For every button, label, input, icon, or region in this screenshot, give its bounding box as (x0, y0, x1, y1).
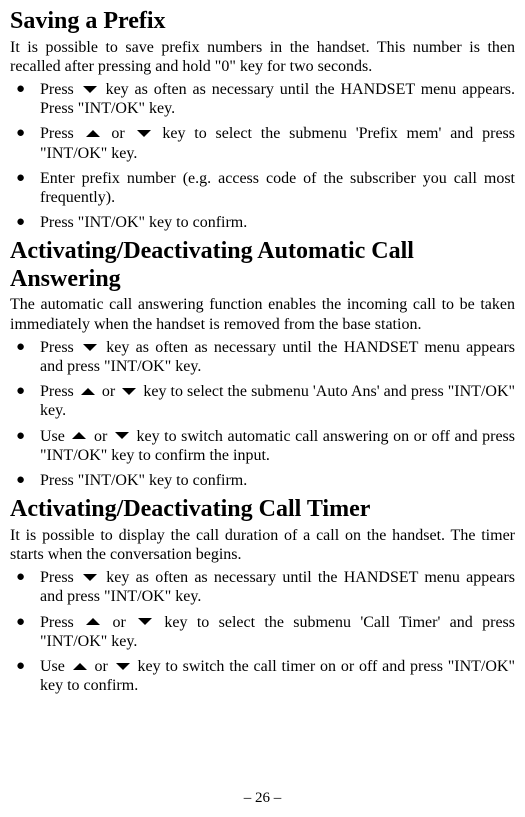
arrow-down-icon (83, 574, 97, 581)
step: Press key as often as necessary until th… (10, 568, 515, 606)
arrow-down-icon (83, 344, 97, 351)
arrow-down-icon (122, 388, 136, 395)
step-text: or (95, 658, 113, 675)
step-text: Enter prefix number (e.g. access code of… (40, 170, 515, 206)
step-text: Press (40, 383, 78, 400)
arrow-down-icon (138, 618, 152, 625)
step: Use or key to switch automatic call answ… (10, 427, 515, 465)
step-text: Press "INT/OK" key to confirm. (40, 472, 247, 489)
page-number: – 26 – (0, 789, 525, 807)
steps-call-timer: Press key as often as necessary until th… (10, 568, 515, 695)
step-text: key as often as necessary until the HAND… (40, 339, 515, 375)
step: Use or key to switch the call timer on o… (10, 657, 515, 695)
step-text: Press "INT/OK" key to confirm. (40, 214, 247, 231)
arrow-down-icon (115, 432, 129, 439)
step-text: key as often as necessary until the HAND… (40, 569, 515, 605)
heading-auto-answer: Activating/Deactivating Automatic Call A… (10, 238, 515, 293)
arrow-up-icon (81, 388, 95, 395)
step-text: Press (40, 569, 80, 586)
arrow-up-icon (73, 663, 87, 670)
step-text: Press (40, 81, 80, 98)
step: Press "INT/OK" key to confirm. (10, 471, 515, 490)
steps-saving-prefix: Press key as often as necessary until th… (10, 80, 515, 232)
intro-auto-answer: The automatic call answering function en… (10, 295, 515, 333)
step-text: key as often as necessary until the HAND… (40, 81, 515, 117)
arrow-down-icon (137, 130, 151, 137)
arrow-up-icon (72, 432, 86, 439)
heading-saving-prefix: Saving a Prefix (10, 8, 515, 36)
step: Press "INT/OK" key to confirm. (10, 213, 515, 232)
arrow-up-icon (86, 130, 100, 137)
step-text: Press (40, 125, 83, 142)
arrow-down-icon (116, 663, 130, 670)
step: Press or key to select the submenu 'Auto… (10, 382, 515, 420)
intro-call-timer: It is possible to display the call durat… (10, 526, 515, 564)
arrow-up-icon (86, 618, 100, 625)
step-text: Use (40, 428, 69, 445)
step: Press key as often as necessary until th… (10, 80, 515, 118)
step-text: or (112, 614, 135, 631)
manual-page: Saving a Prefix It is possible to save p… (0, 0, 525, 817)
step-text: or (102, 383, 119, 400)
step-text: Press (40, 339, 80, 356)
heading-call-timer: Activating/Deactivating Call Timer (10, 496, 515, 524)
step: Press key as often as necessary until th… (10, 338, 515, 376)
step: Press or key to select the submenu 'Call… (10, 613, 515, 651)
step: Press or key to select the submenu 'Pref… (10, 124, 515, 162)
step-text: or (111, 125, 133, 142)
step-text: Press (40, 614, 83, 631)
step: Enter prefix number (e.g. access code of… (10, 169, 515, 207)
arrow-down-icon (83, 86, 97, 93)
step-text: Use (40, 658, 70, 675)
step-text: or (94, 428, 112, 445)
steps-auto-answer: Press key as often as necessary until th… (10, 338, 515, 490)
intro-saving-prefix: It is possible to save prefix numbers in… (10, 38, 515, 76)
